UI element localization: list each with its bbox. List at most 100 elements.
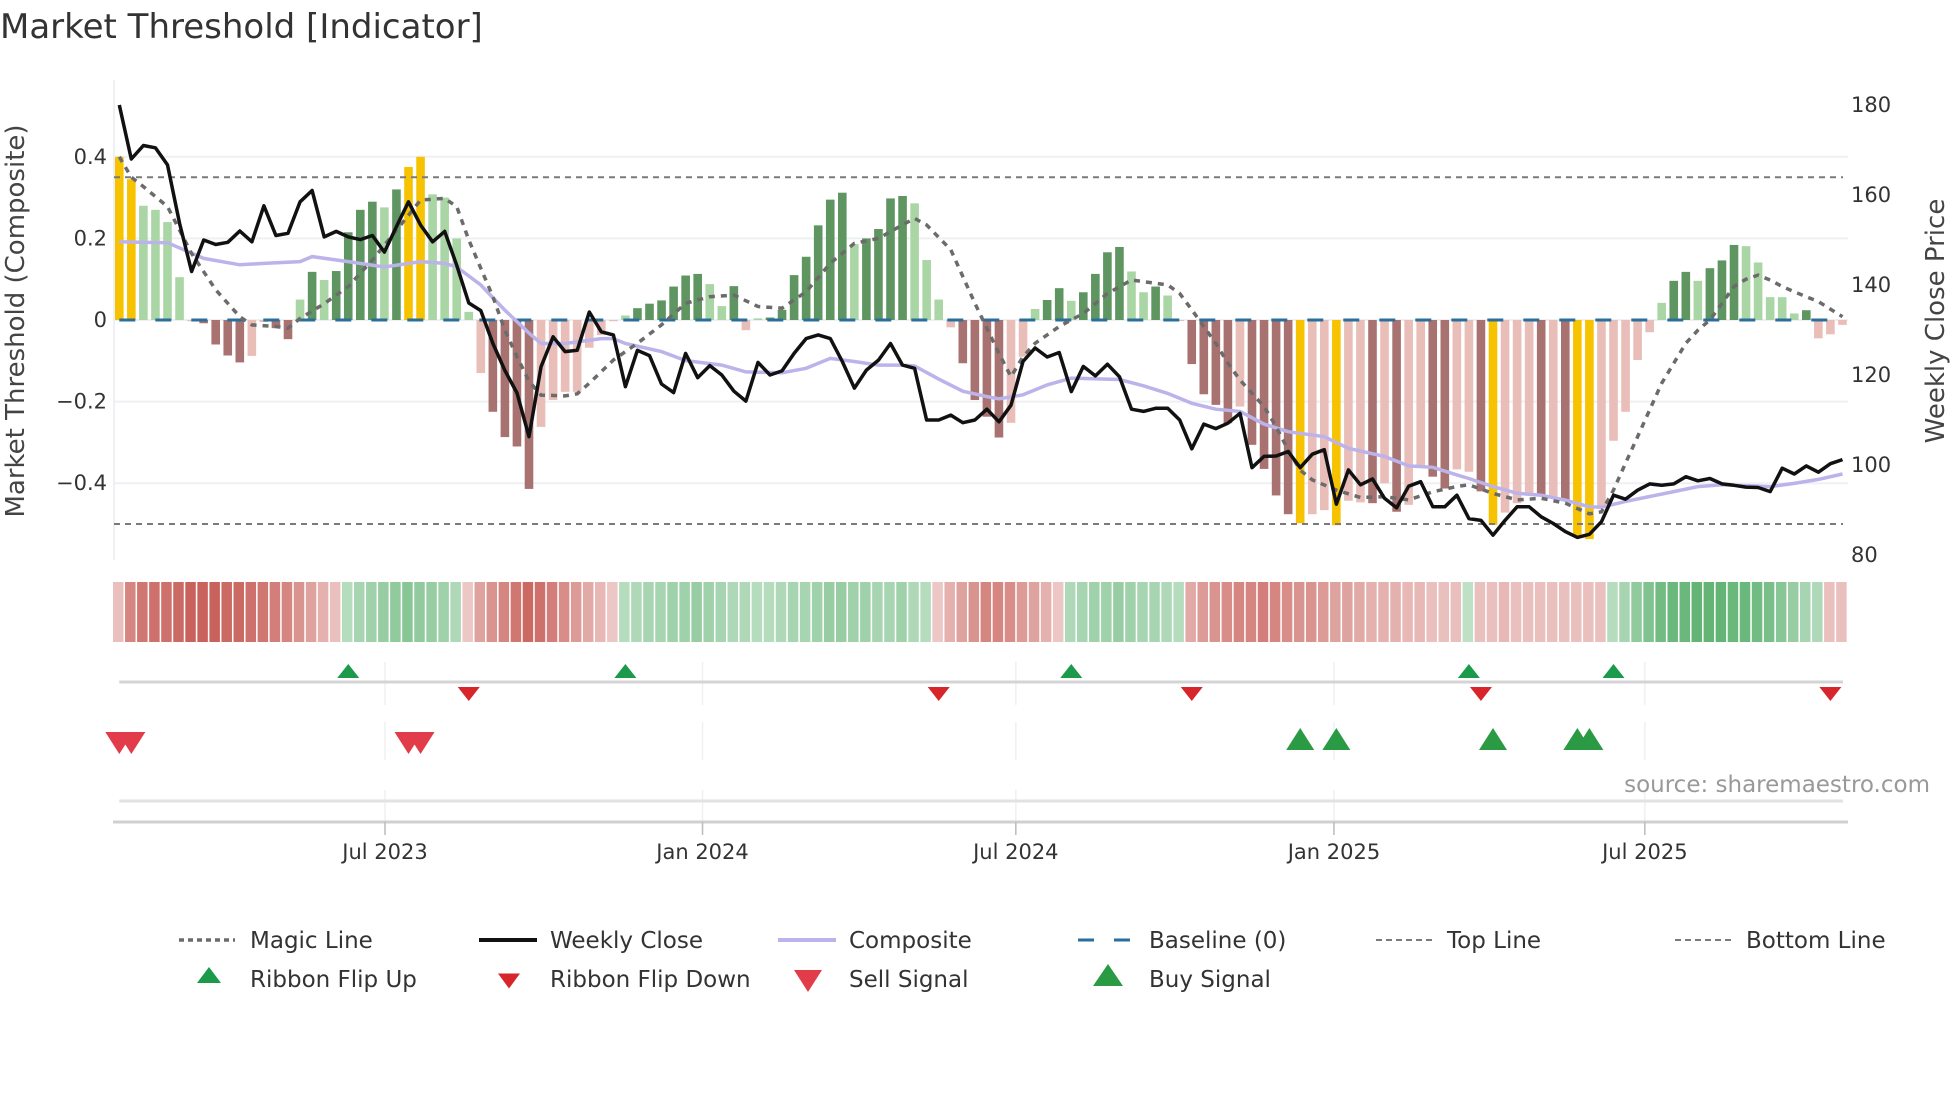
ribbon-cell — [390, 582, 401, 642]
legend-swatch-flip-down — [498, 973, 520, 989]
ribbon-cell — [1571, 582, 1582, 642]
ribbon-cell — [1342, 582, 1353, 642]
ribbon-cell — [1727, 582, 1739, 642]
composite-bar — [1091, 273, 1100, 320]
ribbon-cell — [1739, 582, 1751, 642]
composite-bar — [1247, 320, 1257, 445]
ribbon-cell — [1667, 582, 1678, 642]
composite-bar — [1368, 320, 1377, 504]
ribbon-cell — [775, 582, 787, 642]
ribbon-flip-down-marker — [1180, 687, 1203, 701]
ribbon-cell — [896, 582, 907, 642]
ribbon-cell — [836, 582, 847, 642]
composite-bar — [741, 320, 751, 331]
legend-item: Ribbon Flip Down — [498, 967, 751, 993]
ribbon-cell — [293, 582, 305, 642]
right-tick-label: 180 — [1851, 93, 1891, 117]
composite-bar — [1103, 252, 1112, 320]
composite-bar — [1440, 320, 1450, 489]
ribbon-cell — [1438, 582, 1449, 642]
x-tick-label: Jan 2024 — [654, 840, 749, 864]
ribbon-cell — [498, 582, 510, 642]
composite-bar — [476, 320, 486, 374]
ribbon-cell — [715, 582, 726, 642]
ribbon-cell — [1185, 582, 1196, 642]
composite-bar — [139, 205, 148, 320]
ribbon-cell — [848, 582, 859, 642]
ribbon-cell — [1293, 582, 1305, 642]
ribbon-cell — [1089, 582, 1100, 642]
ribbon-cell — [1643, 582, 1654, 642]
composite-bar — [1235, 320, 1245, 407]
composite-bar — [1464, 320, 1474, 472]
ribbon-cell — [1655, 582, 1666, 642]
buy-signal-marker — [1479, 728, 1507, 750]
ribbon-cell — [438, 582, 449, 642]
composite-bar — [1054, 288, 1064, 320]
ribbon-cell — [811, 582, 823, 642]
ribbon-cell — [1510, 582, 1522, 642]
composite-bar — [1307, 320, 1317, 515]
ribbon-cell — [1113, 582, 1124, 642]
ribbon-cell — [1378, 582, 1389, 642]
ribbon-cell — [570, 582, 582, 642]
legend-label: Weekly Close — [550, 928, 703, 954]
right-tick-label: 160 — [1851, 183, 1891, 207]
legend-item: Composite — [778, 928, 972, 954]
ribbon-cell — [366, 582, 377, 642]
ribbon-cell — [1775, 582, 1787, 642]
ribbon-cell — [185, 582, 196, 642]
ribbon-cell — [1149, 582, 1160, 642]
composite-bar — [1826, 320, 1835, 335]
composite-bar — [115, 156, 124, 320]
ribbon-cell — [1004, 582, 1016, 642]
composite-bar — [789, 275, 799, 320]
legend-item: Baseline (0) — [1078, 928, 1286, 954]
left-tick-label: 0.4 — [74, 145, 107, 169]
composite-bar — [175, 277, 184, 320]
composite-bar — [1404, 320, 1413, 505]
left-tick-label: −0.4 — [56, 471, 107, 495]
ribbon-cell — [1064, 582, 1076, 642]
composite-line — [119, 240, 1843, 510]
legend-label: Composite — [849, 928, 972, 954]
ribbon-cell — [414, 582, 425, 642]
ribbon-cell — [787, 582, 799, 642]
ribbon-flip-down-marker — [1469, 687, 1492, 701]
composite-bar — [1392, 320, 1401, 512]
ribbon-cell — [908, 582, 919, 642]
ribbon-cell — [281, 582, 293, 642]
x-axis-ticks: Jul 2023 Jan 2024 Jul 2024 Jan 2025 Jul 2025 — [340, 822, 1688, 864]
ribbon-cell — [1595, 582, 1606, 642]
composite-bar — [1753, 262, 1763, 320]
ribbon-cell — [691, 582, 702, 642]
ribbon-flip-up-marker — [614, 664, 637, 678]
buy-signal-marker — [1286, 728, 1315, 750]
composite-bar — [1512, 320, 1522, 504]
composite-bar — [524, 320, 534, 489]
composite-bar — [1681, 271, 1691, 320]
left-tick-label: 0.2 — [74, 226, 107, 250]
x-tick-label: Jul 2023 — [340, 840, 427, 864]
composite-bar — [127, 179, 136, 320]
composite-bar — [1802, 310, 1811, 320]
ribbon-cell — [125, 582, 136, 642]
ribbon-cell — [1257, 582, 1269, 642]
legend-swatch-flip-up — [197, 967, 221, 983]
signal-panels — [105, 662, 1848, 824]
composite-bar — [1669, 280, 1679, 320]
composite-bar — [813, 225, 823, 320]
ribbon-cell — [1619, 582, 1630, 642]
composite-bar — [898, 195, 907, 320]
ribbon-cell — [679, 582, 690, 642]
legend-item: Bottom Line — [1675, 928, 1886, 954]
composite-bar — [331, 271, 341, 320]
ribbon-cell — [1800, 582, 1811, 642]
composite-bar — [1452, 320, 1462, 470]
composite-bar — [1151, 286, 1160, 320]
composite-bar — [970, 320, 980, 400]
ribbon-cell — [1691, 582, 1703, 642]
ribbon-cell — [317, 582, 329, 642]
ribbon-cell — [1173, 582, 1184, 642]
composite-bar — [211, 320, 220, 345]
